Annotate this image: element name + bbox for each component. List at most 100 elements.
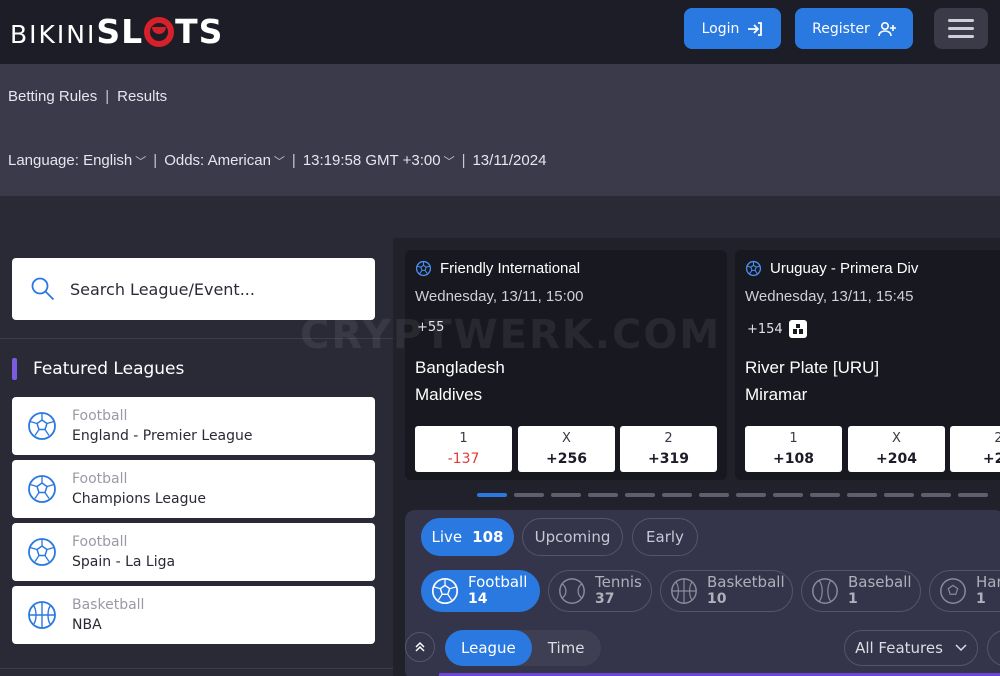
event-card[interactable]: Friendly International Wednesday, 13/11,… — [405, 250, 727, 480]
all-features-dropdown[interactable]: All Features — [844, 630, 978, 666]
odds-button-home[interactable]: 1 -137 — [415, 426, 512, 472]
soccer-ball-icon — [28, 412, 56, 440]
language-selector[interactable]: Language: English ﹀ — [8, 152, 146, 169]
search-input[interactable]: Search League/Event... — [12, 258, 375, 320]
league-name: Spain - La Liga — [72, 554, 176, 570]
home-team: Bangladesh — [415, 358, 505, 377]
event-league: Friendly International — [415, 260, 580, 277]
carousel-dot[interactable] — [847, 493, 877, 497]
tab-label: Early — [646, 528, 684, 546]
sport-filter-handball[interactable]: Han1 — [929, 570, 1000, 612]
carousel-dot[interactable] — [662, 493, 692, 497]
carousel-dot[interactable] — [699, 493, 729, 497]
sport-count: 14 — [468, 591, 488, 607]
odds-button-draw[interactable]: X +256 — [518, 426, 615, 472]
menu-button[interactable] — [934, 8, 988, 49]
sport-filter-basketball[interactable]: Basketball 10 — [660, 570, 793, 612]
league-name: England - Premier League — [72, 428, 253, 444]
odds-value: +256 — [546, 451, 587, 467]
carousel-dot[interactable] — [884, 493, 914, 497]
events-filter-panel: Live 108 Upcoming Early Football 14 Tenni… — [405, 510, 1000, 676]
event-league: Uruguay - Primera Div — [745, 260, 918, 277]
carousel-dot[interactable] — [773, 493, 803, 497]
toggle-league[interactable]: League — [445, 630, 532, 666]
site-logo[interactable]: BIKINISL TS — [10, 12, 223, 51]
league-name: NBA — [72, 617, 102, 633]
carousel-dot[interactable] — [588, 493, 618, 497]
heading-accent-bar — [12, 358, 17, 380]
event-datetime: Wednesday, 13/11, 15:00 — [415, 288, 584, 305]
chevron-down-icon: ﹀ — [443, 156, 455, 168]
soccer-ball-icon — [28, 475, 56, 503]
carousel-dot[interactable] — [921, 493, 951, 497]
tab-label: Upcoming — [534, 528, 611, 546]
login-button[interactable]: Login — [684, 8, 781, 49]
carousel-dot[interactable] — [810, 493, 840, 497]
featured-league-item[interactable]: Football Spain - La Liga — [12, 523, 375, 581]
featured-league-item[interactable]: Football England - Premier League — [12, 397, 375, 455]
logo-text-bikini: BIKINI — [10, 20, 97, 49]
sport-count: 1 — [976, 591, 986, 607]
event-card[interactable]: Uruguay - Primera Div Wednesday, 13/11, … — [735, 250, 1000, 480]
chevron-down-icon: ﹀ — [273, 156, 285, 168]
odds-selector[interactable]: Odds: American ﹀ — [164, 152, 285, 169]
main-content: Friendly International Wednesday, 13/11,… — [393, 238, 1000, 676]
odds-button-away[interactable]: 2 +319 — [620, 426, 717, 472]
sidebar: Search League/Event... Featured Leagues … — [0, 238, 393, 676]
utility-bar: Betting Rules | Results Language: Englis… — [0, 64, 1000, 196]
odds-label: X — [892, 431, 901, 446]
extra-filter-button[interactable] — [987, 630, 1000, 666]
odds-value: +204 — [876, 451, 917, 467]
date-value: 13/11/2024 — [472, 152, 547, 169]
tab-early[interactable]: Early — [632, 518, 698, 556]
add-user-icon — [878, 21, 896, 36]
time-selector[interactable]: 13:19:58 GMT +3:00 ﹀ — [303, 152, 455, 169]
odds-label: Odds: — [164, 152, 205, 169]
hamburger-line — [948, 19, 974, 22]
hamburger-line — [948, 27, 974, 30]
basketball-icon — [671, 578, 697, 604]
carousel-dot-active[interactable] — [477, 493, 507, 497]
tab-upcoming[interactable]: Upcoming — [522, 518, 623, 556]
toggle-time[interactable]: Time — [532, 630, 601, 666]
odds-button-home[interactable]: 1 +108 — [745, 426, 842, 472]
odds-value: -137 — [447, 451, 480, 467]
tab-label: Live — [431, 528, 463, 546]
carousel-dot[interactable] — [551, 493, 581, 497]
odds-label: 1 — [789, 431, 798, 446]
collapse-button[interactable] — [405, 632, 435, 662]
divider: | — [105, 88, 110, 105]
carousel-dot[interactable] — [625, 493, 655, 497]
odds-label: 1 — [459, 431, 468, 446]
results-link[interactable]: Results — [117, 88, 167, 105]
betting-rules-link[interactable]: Betting Rules — [8, 88, 97, 105]
odds-button-draw[interactable]: X +204 — [848, 426, 945, 472]
carousel-dot[interactable] — [958, 493, 988, 497]
more-markets-count[interactable]: +154 — [747, 320, 807, 338]
more-markets-count[interactable]: +55 — [417, 320, 444, 335]
carousel-dot[interactable] — [514, 493, 544, 497]
league-name: Champions League — [72, 491, 206, 507]
sport-name: Baseball — [848, 573, 912, 591]
sport-filter-football[interactable]: Football 14 — [421, 570, 540, 612]
soccer-ball-icon — [431, 577, 459, 605]
language-value: English — [83, 152, 133, 169]
sport-filter-tennis[interactable]: Tennis 37 — [548, 570, 652, 612]
featured-league-item[interactable]: Basketball NBA — [12, 586, 375, 644]
tab-live[interactable]: Live 108 — [421, 518, 514, 556]
divider: | — [291, 152, 296, 169]
register-button[interactable]: Register — [795, 8, 913, 49]
odds-button-away[interactable]: 2 +24 — [950, 426, 1000, 472]
sport-count: 37 — [595, 591, 615, 607]
stats-icon — [788, 320, 807, 338]
featured-league-item[interactable]: Football Champions League — [12, 460, 375, 518]
soccer-ball-icon — [28, 538, 56, 566]
carousel-dot[interactable] — [736, 493, 766, 497]
odds-label: X — [562, 431, 571, 446]
odds-value: +24 — [982, 451, 1000, 467]
carousel-pagination — [477, 493, 988, 497]
soccer-ball-icon — [415, 260, 432, 277]
sport-filter-baseball[interactable]: Baseball 1 — [801, 570, 921, 612]
odds-value: +108 — [773, 451, 814, 467]
event-teams: River Plate [URU] Miramar — [745, 354, 879, 408]
